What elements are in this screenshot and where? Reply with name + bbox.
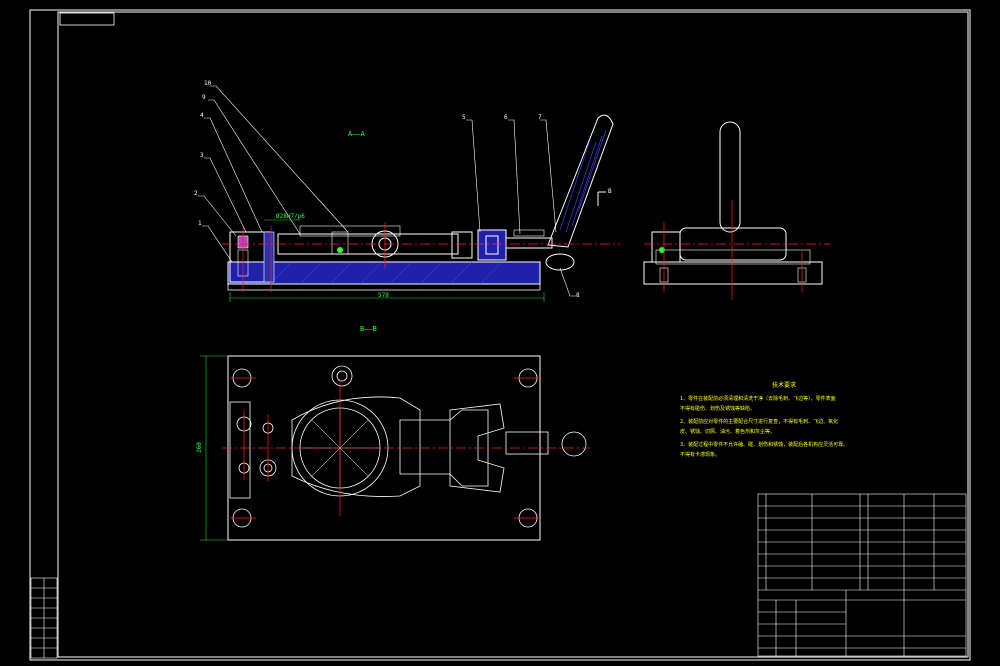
part-number-7: 7 [538,114,542,121]
part-number-8: 8 [576,292,580,299]
view-arrow-b: B [608,188,612,195]
part-number-1: 1 [198,220,202,227]
dimension-height: 260 [195,442,203,453]
part-number-9: 9 [202,94,206,101]
part-number-6: 6 [504,114,508,121]
tech-requirements-title: 技术要求 [772,382,797,389]
title-block [757,493,967,657]
tech-line: 2、装配前应对零件的主要配合尺寸进行复查，不得有毛刺、飞边、氧化 [680,419,839,425]
outer-border [29,9,971,661]
inner-border [57,11,969,658]
top-view [200,355,590,541]
tech-line: 3、装配过程中零件不允许磕、碰、划伤和锈蚀，装配后各机构应灵活可靠。 [680,442,849,448]
front-view [198,85,620,302]
tech-line: 皮、锈蚀、切屑、油污、着色剂和灰尘等。 [680,429,776,435]
part-number-5: 5 [462,114,466,121]
part-number-2: 2 [194,190,198,197]
tech-line: 不得有碰伤、划伤及锈蚀等缺陷。 [680,406,756,412]
cad-drawing-sheet [29,9,971,661]
tech-line: 1、零件在装配前必须清理和清洗干净（去除毛刺、飞边等），零件表面 [680,396,836,402]
section-label-aa: A——A [348,130,365,138]
side-view [643,121,830,300]
part-number-10: 10 [204,80,212,87]
section-label-bb: B——B [360,325,377,333]
fit-note: Ø28H7/p6 [276,213,305,220]
part-number-3: 3 [200,152,204,159]
corner-code-box [59,12,115,26]
dimension-length: 578 [378,292,389,299]
tech-line: 不得有卡滞现象。 [680,452,721,458]
binding-strip-table [30,577,58,659]
part-number-4: 4 [200,112,204,119]
